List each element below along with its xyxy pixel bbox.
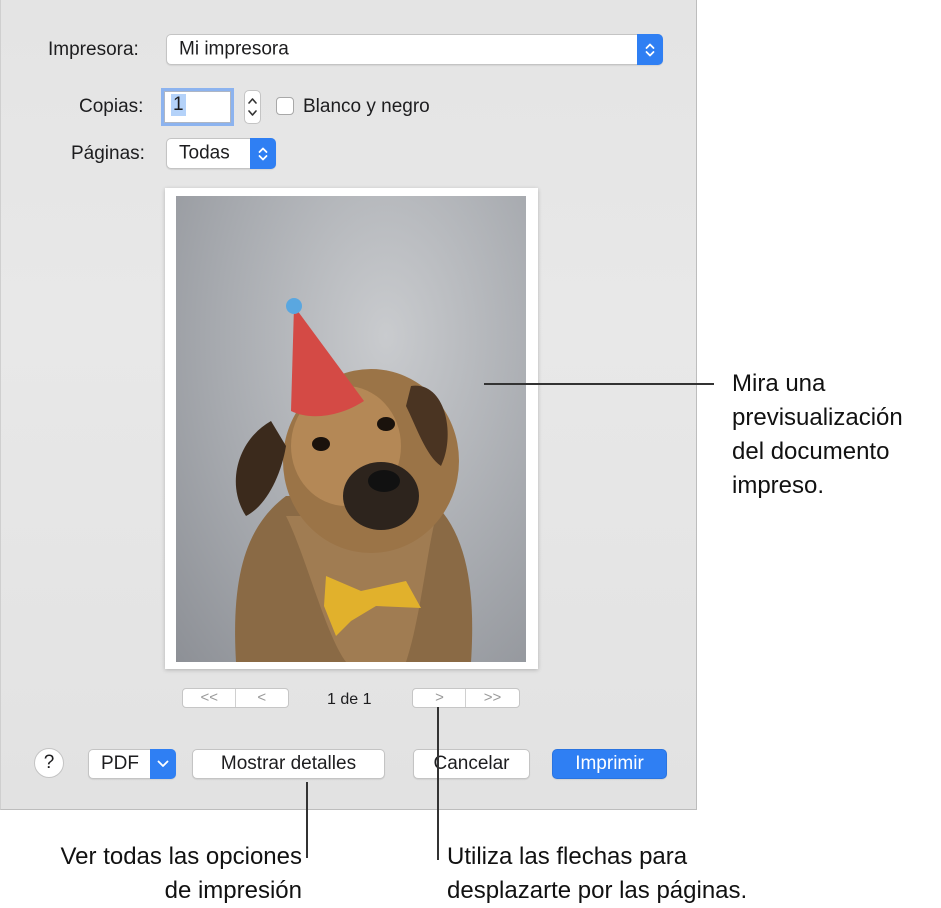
callout-details: Ver todas las opciones de impresión xyxy=(4,840,303,908)
callout-preview: Mira una previsualización del documento … xyxy=(732,367,903,503)
bw-checkbox[interactable] xyxy=(276,97,294,115)
page-counter: 1 de 1 xyxy=(327,691,372,708)
pages-label: Páginas: xyxy=(71,143,145,164)
help-button[interactable]: ? xyxy=(34,748,64,778)
callout-arrows-line: desplazarte por las páginas. xyxy=(447,877,748,904)
pages-value: Todas xyxy=(179,142,230,164)
callout-line-details xyxy=(306,782,308,858)
callout-details-line: Ver todas las opciones xyxy=(60,843,303,870)
bw-label: Blanco y negro xyxy=(303,96,430,117)
copies-field[interactable]: 1 xyxy=(164,91,231,123)
printer-popup[interactable]: Mi impresora xyxy=(166,34,663,65)
chevron-updown-icon xyxy=(637,34,663,65)
callout-preview-line: Mira una xyxy=(732,370,826,397)
copies-label: Copias: xyxy=(79,96,144,117)
pages-popup[interactable]: Todas xyxy=(166,138,276,169)
prev-page-button[interactable]: < xyxy=(234,689,289,707)
first-page-button[interactable]: << xyxy=(183,689,236,707)
dog-photo xyxy=(176,196,526,662)
copies-value: 1 xyxy=(171,94,186,116)
callout-preview-line: previsualización xyxy=(732,404,903,431)
callout-arrows-line: Utiliza las flechas para xyxy=(447,843,688,870)
pdf-menu-button[interactable]: PDF xyxy=(88,749,176,779)
callout-arrows: Utiliza las flechas para desplazarte por… xyxy=(447,840,747,908)
copies-stepper[interactable] xyxy=(244,90,261,124)
callout-details-line: de impresión xyxy=(164,877,302,904)
show-details-button[interactable]: Mostrar detalles xyxy=(192,749,385,779)
chevron-down-icon xyxy=(150,749,176,779)
printer-value: Mi impresora xyxy=(179,38,289,60)
print-button[interactable]: Imprimir xyxy=(552,749,667,779)
print-dialog: Impresora: Mi impresora Copias: 1 Blanco… xyxy=(0,0,697,810)
callout-line-arrows xyxy=(437,707,439,860)
pdf-label: PDF xyxy=(101,753,139,774)
printer-label: Impresora: xyxy=(48,39,139,60)
chevron-updown-icon xyxy=(250,138,276,169)
callout-line-preview xyxy=(484,383,714,385)
last-page-button[interactable]: >> xyxy=(465,689,519,707)
first-prev-buttons[interactable]: << < xyxy=(182,688,289,708)
callout-preview-line: del documento xyxy=(732,438,890,465)
next-last-buttons[interactable]: > >> xyxy=(412,688,520,708)
cancel-button[interactable]: Cancelar xyxy=(413,749,530,779)
print-preview xyxy=(165,188,538,669)
callout-preview-line: impreso. xyxy=(732,472,825,499)
next-page-button[interactable]: > xyxy=(413,689,466,707)
stepper-arrows-icon xyxy=(248,98,257,116)
